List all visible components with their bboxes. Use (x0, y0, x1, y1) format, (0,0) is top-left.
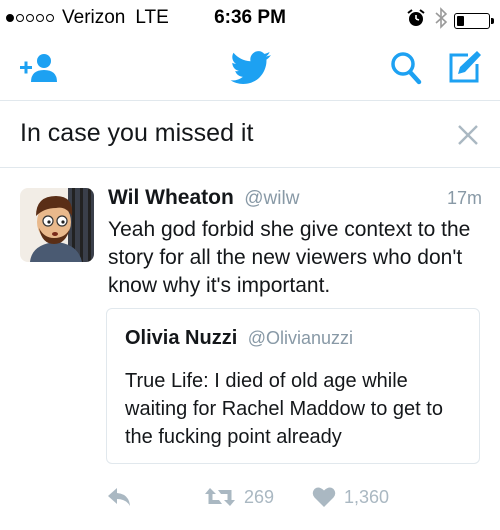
section-title: In case you missed it (20, 119, 254, 147)
avatar[interactable] (20, 188, 94, 262)
quoted-tweet[interactable]: Olivia Nuzzi @Olivianuzzi True Life: I d… (106, 308, 480, 464)
tweet[interactable]: Wil Wheaton @wilw 17m Yeah god forbid sh… (0, 168, 500, 530)
close-button[interactable] (454, 121, 482, 149)
retweet-count: 269 (244, 486, 275, 507)
nav-bar (0, 36, 500, 101)
close-icon (458, 125, 478, 145)
home-logo-button[interactable] (229, 48, 273, 88)
quoted-author-name: Olivia Nuzzi (125, 327, 238, 349)
section-header: In case you missed it (0, 101, 500, 168)
tweet-header: Wil Wheaton @wilw 17m (108, 186, 482, 216)
author-name[interactable]: Wil Wheaton (108, 186, 234, 209)
search-button[interactable] (386, 48, 426, 88)
avatar-illustration (20, 188, 94, 262)
retweet-button[interactable]: 269 (204, 486, 274, 508)
reply-button[interactable] (106, 486, 132, 508)
tweet-actions: 269 1,360 (106, 486, 486, 516)
add-user-icon (20, 54, 57, 82)
tweet-timestamp: 17m (446, 188, 482, 208)
heart-icon (312, 487, 336, 507)
tweet-text: Yeah god forbid she give context to the … (108, 218, 471, 297)
battery-level (457, 16, 464, 26)
twitter-bird-logo (230, 51, 271, 84)
compose-button[interactable] (442, 48, 486, 88)
quoted-tweet-header: Olivia Nuzzi @Olivianuzzi (125, 327, 353, 350)
like-count: 1,360 (344, 486, 390, 507)
like-button[interactable]: 1,360 (312, 486, 389, 508)
author-handle[interactable]: @wilw (244, 188, 299, 209)
alarm-icon (406, 8, 426, 34)
compose-icon (449, 51, 481, 83)
battery-icon (454, 13, 494, 29)
bluetooth-icon (434, 7, 448, 35)
quoted-tweet-text: True Life: I died of old age while waiti… (125, 370, 443, 448)
quoted-author-handle: @Olivianuzzi (247, 328, 354, 348)
retweet-icon (205, 488, 235, 506)
search-icon (391, 52, 422, 85)
reply-icon (108, 488, 130, 506)
add-user-button[interactable] (16, 48, 60, 88)
status-right (406, 7, 494, 35)
status-bar: Verizon LTE 6:36 PM (0, 0, 500, 36)
